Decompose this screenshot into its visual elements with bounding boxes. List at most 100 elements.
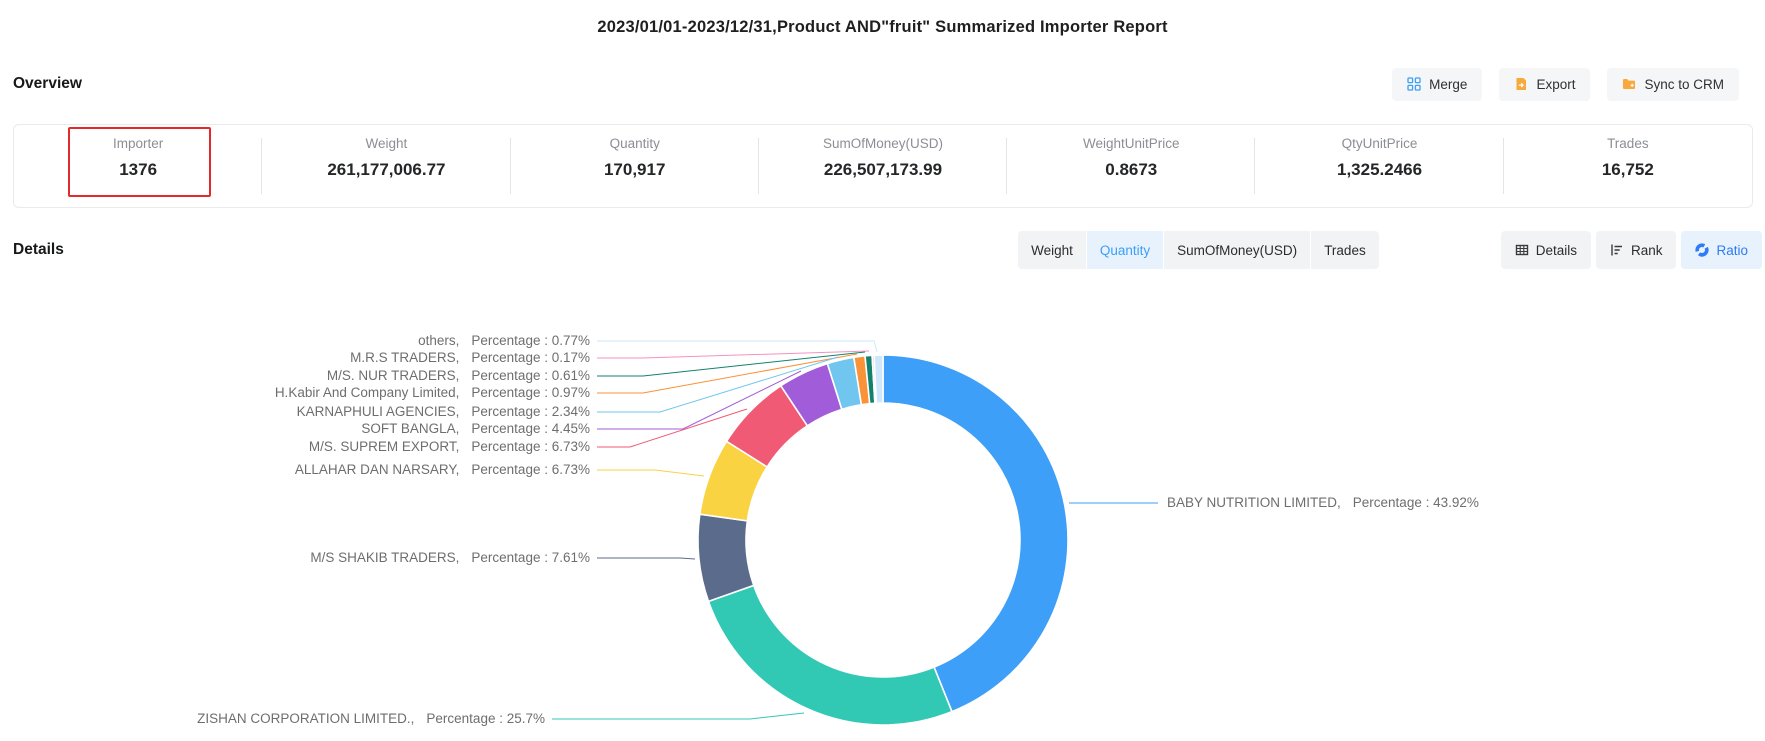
chart-label-others: others, Percentage : 0.77%	[418, 332, 590, 350]
tab-weight[interactable]: Weight	[1018, 231, 1086, 269]
chart-label-percentage: Percentage : 6.73%	[471, 438, 590, 456]
chart-label-m-s-suprem-export: M/S. SUPREM EXPORT, Percentage : 6.73%	[309, 438, 590, 456]
chart-label-percentage: Percentage : 0.77%	[471, 332, 590, 350]
folder-sync-icon	[1622, 77, 1636, 91]
rank-icon	[1610, 243, 1624, 257]
pie-slice-zishan-corporation-limited-[interactable]	[708, 585, 951, 725]
chart-label-m-s-nur-traders: M/S. NUR TRADERS, Percentage : 0.61%	[327, 367, 590, 385]
rank-view-button[interactable]: Rank	[1596, 231, 1677, 269]
details-view-label: Details	[1536, 243, 1577, 258]
stat-value: 0.8673	[1007, 159, 1255, 180]
chart-label-soft-bangla: SOFT BANGLA, Percentage : 4.45%	[361, 420, 590, 438]
merge-icon	[1407, 77, 1421, 91]
chart-label-percentage: Percentage : 25.7%	[426, 710, 545, 728]
chart-label-name: SOFT BANGLA,	[361, 420, 459, 438]
chart-label-percentage: Percentage : 0.97%	[471, 384, 590, 402]
merge-button[interactable]: Merge	[1392, 68, 1482, 101]
overview-stats-card: Importer 1376Weight 261,177,006.77Quantity…	[13, 124, 1753, 208]
tab-trades[interactable]: Trades	[1311, 231, 1379, 269]
tab-quantity[interactable]: Quantity	[1087, 231, 1163, 269]
ratio-view-button[interactable]: Ratio	[1681, 231, 1762, 269]
stat-label: Quantity	[511, 135, 759, 152]
chart-label-percentage: Percentage : 4.45%	[471, 420, 590, 438]
donut-icon	[1695, 243, 1709, 257]
chart-label-m-s-shakib-traders: M/S SHAKIB TRADERS, Percentage : 7.61%	[310, 549, 590, 567]
stat-label: Weight	[262, 135, 510, 152]
chart-label-percentage: Percentage : 0.17%	[471, 349, 590, 367]
stat-label: QtyUnitPrice	[1255, 135, 1503, 152]
chart-label-percentage: Percentage : 0.61%	[471, 367, 590, 385]
page-title: 2023/01/01-2023/12/31,Product AND"fruit"…	[0, 0, 1765, 37]
chart-label-name: M.R.S TRADERS,	[350, 349, 459, 367]
chart-label-h-kabir-and-company-limited: H.Kabir And Company Limited, Percentage :…	[275, 384, 590, 402]
metric-tabs: WeightQuantitySumOfMoney(USD)Trades	[1018, 231, 1379, 269]
pie-slice-m-s-shakib-traders[interactable]	[698, 514, 754, 601]
stat-value: 226,507,173.99	[759, 159, 1007, 180]
overview-title: Overview	[13, 75, 82, 93]
details-title: Details	[13, 241, 64, 259]
stat-label: Trades	[1504, 135, 1752, 152]
chart-label-name: KARNAPHULI AGENCIES,	[297, 403, 460, 421]
sync-to-crm-button-label: Sync to CRM	[1644, 77, 1724, 92]
label-leader-line	[597, 470, 704, 476]
chart-label-name: H.Kabir And Company Limited,	[275, 384, 460, 402]
stat-importer[interactable]: Importer 1376	[14, 125, 262, 207]
chart-label-name: M/S. NUR TRADERS,	[327, 367, 460, 385]
toolbar: Merge Export Sync to CRM	[1392, 68, 1739, 101]
view-switcher: Details Rank Ratio	[1501, 231, 1762, 269]
pie-slice-baby-nutrition-limited[interactable]	[883, 355, 1068, 712]
label-leader-line	[552, 713, 804, 719]
chart-label-karnaphuli-agencies: KARNAPHULI AGENCIES, Percentage : 2.34%	[297, 403, 590, 421]
stat-value: 1,325.2466	[1255, 159, 1503, 180]
stat-quantity[interactable]: Quantity 170,917	[511, 125, 759, 207]
chart-label-name: ALLAHAR DAN NARSARY,	[295, 461, 460, 479]
ratio-view-label: Ratio	[1716, 243, 1748, 258]
rank-view-label: Rank	[1631, 243, 1663, 258]
stat-label: WeightUnitPrice	[1007, 135, 1255, 152]
chart-label-percentage: Percentage : 6.73%	[471, 461, 590, 479]
export-button-label: Export	[1536, 77, 1575, 92]
chart-label-allahar-dan-narsary: ALLAHAR DAN NARSARY, Percentage : 6.73%	[295, 461, 590, 479]
importer-ratio-donut-chart: others, Percentage : 0.77% M.R.S TRADERS, P…	[0, 280, 1765, 741]
chart-label-zishan-corporation-limited-: ZISHAN CORPORATION LIMITED., Percentage :…	[197, 710, 545, 728]
label-leader-line	[597, 341, 877, 352]
overview-header-row: Overview Merge Export	[13, 67, 1739, 101]
importer-report-page: 2023/01/01-2023/12/31,Product AND"fruit"…	[0, 0, 1765, 269]
pie-slice-others[interactable]	[874, 355, 883, 403]
stat-qtyunitprice[interactable]: QtyUnitPrice 1,325.2466	[1255, 125, 1503, 207]
chart-label-name: M/S SHAKIB TRADERS,	[310, 549, 459, 567]
chart-label-name: M/S. SUPREM EXPORT,	[309, 438, 460, 456]
table-icon	[1515, 243, 1529, 257]
stat-value: 1376	[14, 159, 262, 180]
tab-sumofmoney-usd-[interactable]: SumOfMoney(USD)	[1164, 231, 1310, 269]
label-leader-line	[597, 409, 747, 447]
sync-to-crm-button[interactable]: Sync to CRM	[1607, 68, 1739, 101]
chart-label-baby-nutrition-limited: BABY NUTRITION LIMITED, Percentage : 43.9…	[1167, 494, 1479, 512]
stat-label: Importer	[14, 135, 262, 152]
stat-value: 261,177,006.77	[262, 159, 510, 180]
details-view-button[interactable]: Details	[1501, 231, 1591, 269]
stat-value: 170,917	[511, 159, 759, 180]
stat-weightunitprice[interactable]: WeightUnitPrice 0.8673	[1007, 125, 1255, 207]
stats-row: Importer 1376Weight 261,177,006.77Quantity…	[14, 125, 1752, 207]
details-header-row: Details WeightQuantitySumOfMoney(USD)Tra…	[13, 231, 1762, 269]
chart-label-m-r-s-traders: M.R.S TRADERS, Percentage : 0.17%	[350, 349, 590, 367]
label-leader-line	[597, 351, 869, 358]
export-icon	[1514, 77, 1528, 91]
stat-sumofmoney-usd-[interactable]: SumOfMoney(USD) 226,507,173.99	[759, 125, 1007, 207]
label-leader-line	[597, 558, 695, 559]
chart-label-name: BABY NUTRITION LIMITED,	[1167, 494, 1341, 512]
chart-label-percentage: Percentage : 7.61%	[471, 549, 590, 567]
stat-label: SumOfMoney(USD)	[759, 135, 1007, 152]
merge-button-label: Merge	[1429, 77, 1467, 92]
chart-label-name: others,	[418, 332, 459, 350]
stat-trades[interactable]: Trades 16,752	[1504, 125, 1752, 207]
stat-value: 16,752	[1504, 159, 1752, 180]
details-controls: WeightQuantitySumOfMoney(USD)Trades Deta…	[1018, 231, 1762, 269]
chart-label-percentage: Percentage : 43.92%	[1353, 494, 1479, 512]
stat-weight[interactable]: Weight 261,177,006.77	[262, 125, 510, 207]
export-button[interactable]: Export	[1499, 68, 1590, 101]
donut-chart-canvas	[0, 280, 1765, 741]
chart-label-percentage: Percentage : 2.34%	[471, 403, 590, 421]
chart-label-name: ZISHAN CORPORATION LIMITED.,	[197, 710, 414, 728]
